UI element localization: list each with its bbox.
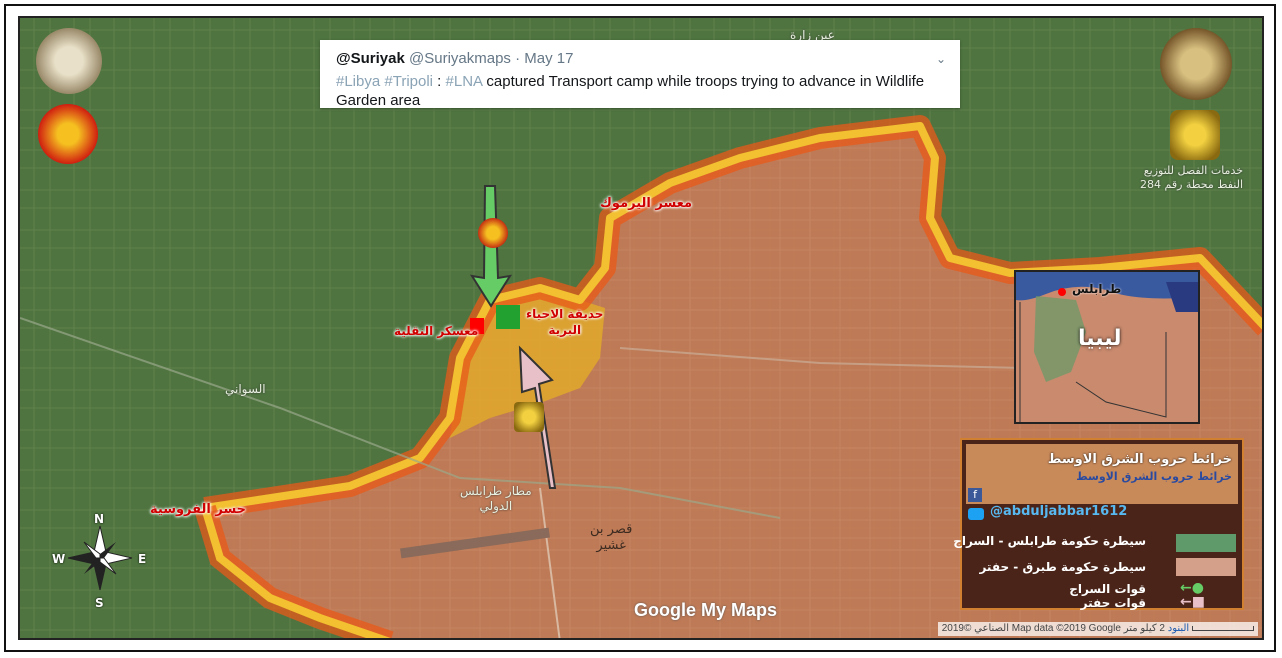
legend-row-lna-forces: قوات حفتر (1080, 596, 1146, 610)
tweet-hashtag-lna[interactable]: #LNA (446, 73, 483, 90)
yarmouk-camp-label: معسر اليرموك (600, 196, 693, 211)
legend-banner-title: خرائط حروب الشرق الاوسط (1047, 452, 1232, 467)
wildlife-garden-marker (496, 305, 520, 329)
scale-bar (1192, 625, 1254, 631)
inset-country-label: ليبيا (1078, 326, 1122, 351)
tweet-display-name[interactable]: @Suriyak (336, 50, 405, 67)
wildlife-garden-label: حديقة الاحياء البرية (526, 307, 604, 337)
legend-arrow-lna-icon: ←■ (1180, 594, 1205, 610)
legend-banner-sub: خرائط حروب الشرق الاوسط (1076, 470, 1232, 483)
legend-row-gna: سيطرة حكومة طرابلس - السراج (953, 534, 1146, 548)
lna-emblem-icon (1170, 110, 1220, 160)
tweet-colon: : (437, 73, 442, 90)
army-emblem-icon (38, 104, 98, 164)
tweet-handle-date: @Suriyakmaps · May 17 (409, 50, 574, 67)
transport-camp-label: معسكر النقلية (394, 324, 479, 338)
compass-w-label: W (52, 552, 66, 566)
inset-city-label: طرابلس (1072, 282, 1122, 296)
legend-row-lna: سيطرة حكومة طبرق - حفتر (979, 560, 1146, 574)
lna-forces-icon (514, 402, 544, 432)
gna-forces-icon (478, 218, 508, 248)
gna-emblem-icon (36, 28, 102, 94)
parliament-emblem-icon (1160, 28, 1232, 100)
legend-banner: خرائط حروب الشرق الاوسط خرائط حروب الشرق… (966, 444, 1238, 504)
tweet-card[interactable]: @Suriyak @Suriyakmaps · May 17 ⌄ #Libya … (320, 40, 960, 110)
google-my-maps-logo: Google My Maps (634, 600, 778, 620)
twitter-handle[interactable]: @abduljabbar1612 (990, 504, 1127, 519)
map-frame[interactable]: N S E W معسر اليرموك حديقة الاحياء البري… (18, 16, 1264, 640)
legend-row-gna-forces: قوات السراج (1069, 582, 1146, 596)
twitter-icon (968, 508, 984, 520)
chevron-down-icon[interactable]: ⌄ (936, 52, 946, 66)
furusiya-bridge-label: جسر الفروسية (150, 502, 247, 517)
tweet-hashtags[interactable]: #Libya #Tripoli (336, 73, 433, 90)
map-legend: خرائط حروب الشرق الاوسط خرائط حروب الشرق… (953, 438, 1244, 610)
al-swani-label: السواني (225, 382, 266, 396)
legend-swatch-gna (1176, 534, 1236, 552)
map-credits: الصناعي ©2019 Map data ©2019 Google البن… (937, 622, 1258, 636)
compass-e-label: E (138, 552, 147, 566)
inset-map: طرابلس ليبيا (1014, 270, 1200, 424)
facebook-icon: f (968, 488, 982, 502)
compass-n-label: N (94, 512, 105, 526)
qasr-bin-ghashir-label: قصر بن غشير (590, 522, 633, 553)
compass-s-label: S (95, 596, 104, 610)
tweet-body: #Libya #Tripoli : #LNA captured Transpor… (336, 72, 946, 110)
terms-link[interactable]: البنود (1168, 623, 1189, 634)
legend-swatch-lna (1176, 558, 1236, 576)
credits-text: الصناعي ©2019 Map data ©2019 Google (941, 623, 1121, 634)
airport-label: مطار طرابلس الدولي (460, 484, 532, 513)
fuel-station-label: خدمات الفصل للتوزيع النفط محطة رقم 284 (1140, 164, 1244, 191)
scale-label: 2 كيلو متر (1123, 623, 1165, 634)
